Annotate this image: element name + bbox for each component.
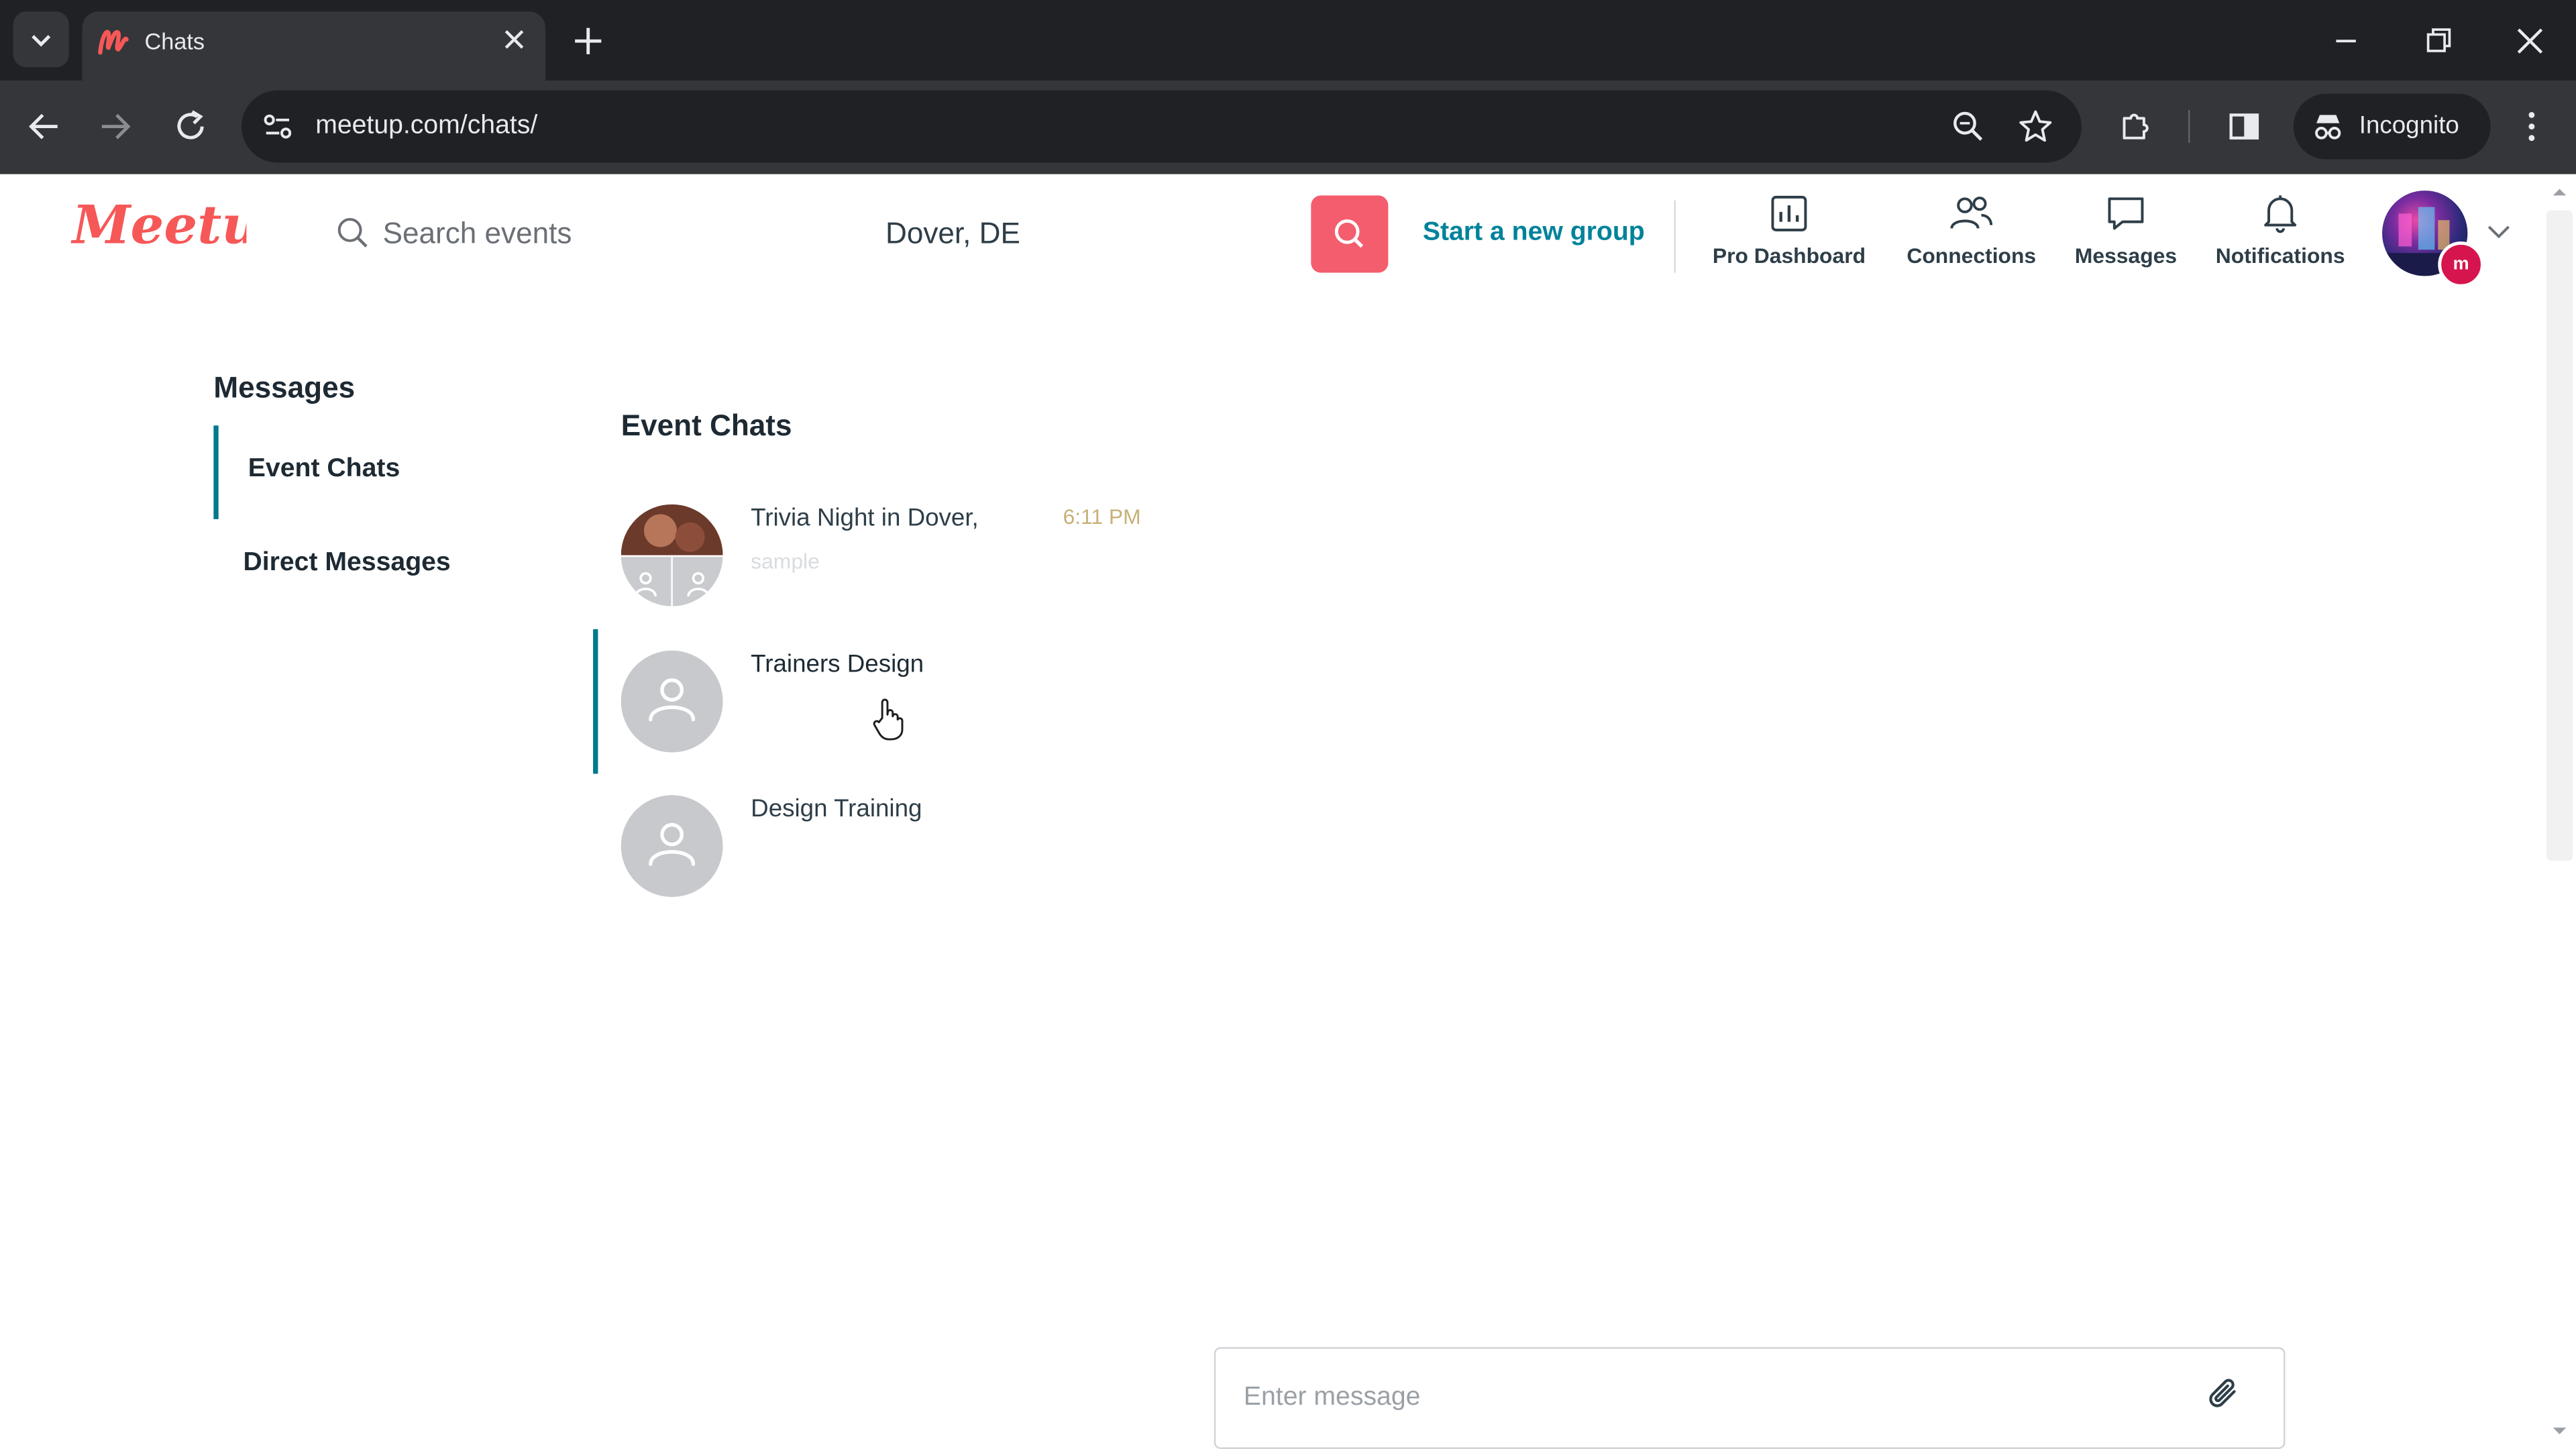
tab-close-icon[interactable] xyxy=(498,21,531,58)
tab-search-button[interactable] xyxy=(13,11,69,68)
chat-title[interactable]: Trainers Design xyxy=(751,649,924,682)
chat-avatar-placeholder[interactable] xyxy=(621,795,723,898)
search-icon xyxy=(337,217,370,250)
side-panel-icon[interactable] xyxy=(2226,109,2262,145)
incognito-label: Incognito xyxy=(2359,111,2459,140)
meetup-favicon-icon xyxy=(97,26,129,56)
chat-timestamp: 6:11 PM xyxy=(1063,504,1141,529)
scroll-up-arrow-icon[interactable] xyxy=(2551,186,2567,199)
chat-bubble-icon xyxy=(2108,197,2144,230)
nav-label: Connections xyxy=(1907,243,2037,268)
url-text[interactable]: meetup.com/chats/ xyxy=(315,109,537,145)
person-icon xyxy=(649,822,696,866)
tab-title: Chats xyxy=(144,28,205,54)
person-icon xyxy=(649,678,696,722)
incognito-icon xyxy=(2310,109,2346,145)
nav-label: Notifications xyxy=(2215,243,2345,268)
nav-connections[interactable]: Connections xyxy=(1898,193,2045,272)
nav-pro-dashboard[interactable]: Pro Dashboard xyxy=(1705,193,1873,272)
chat-title[interactable]: Trivia Night in Dover, xyxy=(751,502,979,535)
browser-menu-icon[interactable] xyxy=(2514,109,2550,145)
new-tab-plus-icon[interactable] xyxy=(570,23,606,59)
paperclip-icon[interactable] xyxy=(2203,1373,2246,1416)
scrollbar-thumb[interactable] xyxy=(2546,210,2573,861)
chevron-down-icon[interactable] xyxy=(2484,220,2514,243)
bookmark-star-icon[interactable] xyxy=(2017,109,2053,145)
bar-chart-icon xyxy=(1771,195,1807,231)
selected-chat-indicator xyxy=(593,629,598,774)
location-input[interactable]: Dover, DE xyxy=(885,213,1020,253)
zoom-icon[interactable] xyxy=(1950,109,1986,145)
svg-text:Meetup: Meetup xyxy=(70,194,247,256)
chat-avatar-placeholder[interactable] xyxy=(621,650,723,753)
close-window-icon[interactable] xyxy=(2512,23,2548,59)
search-icon xyxy=(1334,219,1364,248)
meetup-logo[interactable]: Meetup xyxy=(69,194,247,266)
event-chats-heading: Event Chats xyxy=(621,409,792,442)
minimize-window-icon[interactable] xyxy=(2328,23,2364,59)
nav-label: Messages xyxy=(2074,243,2178,268)
hand-cursor-icon xyxy=(871,696,907,743)
meetup-plus-badge: m xyxy=(2438,241,2484,288)
toolbar-divider xyxy=(2188,110,2190,144)
back-arrow-icon[interactable] xyxy=(25,109,64,145)
active-indicator xyxy=(213,425,219,519)
bell-icon xyxy=(2264,195,2297,233)
nav-messages[interactable]: Messages xyxy=(2067,193,2185,272)
scroll-down-arrow-icon[interactable] xyxy=(2551,1424,2567,1438)
nav-divider xyxy=(1674,200,1676,273)
nav-notifications[interactable]: Notifications xyxy=(2208,193,2353,272)
sidebar-item-event-chats[interactable]: Event Chats xyxy=(248,453,400,486)
message-input[interactable] xyxy=(1243,1380,2164,1417)
people-icon xyxy=(1950,197,1993,229)
site-info-icon[interactable] xyxy=(260,109,296,145)
nav-label: Pro Dashboard xyxy=(1712,243,1866,268)
messages-heading: Messages xyxy=(213,371,356,405)
chevron-down-icon xyxy=(32,35,51,47)
extensions-puzzle-icon[interactable] xyxy=(2118,109,2154,145)
start-new-group-link[interactable]: Start a new group xyxy=(1423,215,1645,252)
search-submit-button[interactable] xyxy=(1311,195,1389,273)
chat-avatar-trivia[interactable] xyxy=(621,504,723,606)
reload-icon[interactable] xyxy=(171,109,211,145)
search-events-input[interactable]: Search events xyxy=(383,213,572,253)
forward-arrow-icon[interactable] xyxy=(95,109,135,145)
chat-title[interactable]: Design Training xyxy=(751,794,922,826)
chat-preview: sample xyxy=(751,548,820,574)
sidebar-item-direct-messages[interactable]: Direct Messages xyxy=(243,547,450,580)
restore-window-icon[interactable] xyxy=(2420,23,2456,59)
